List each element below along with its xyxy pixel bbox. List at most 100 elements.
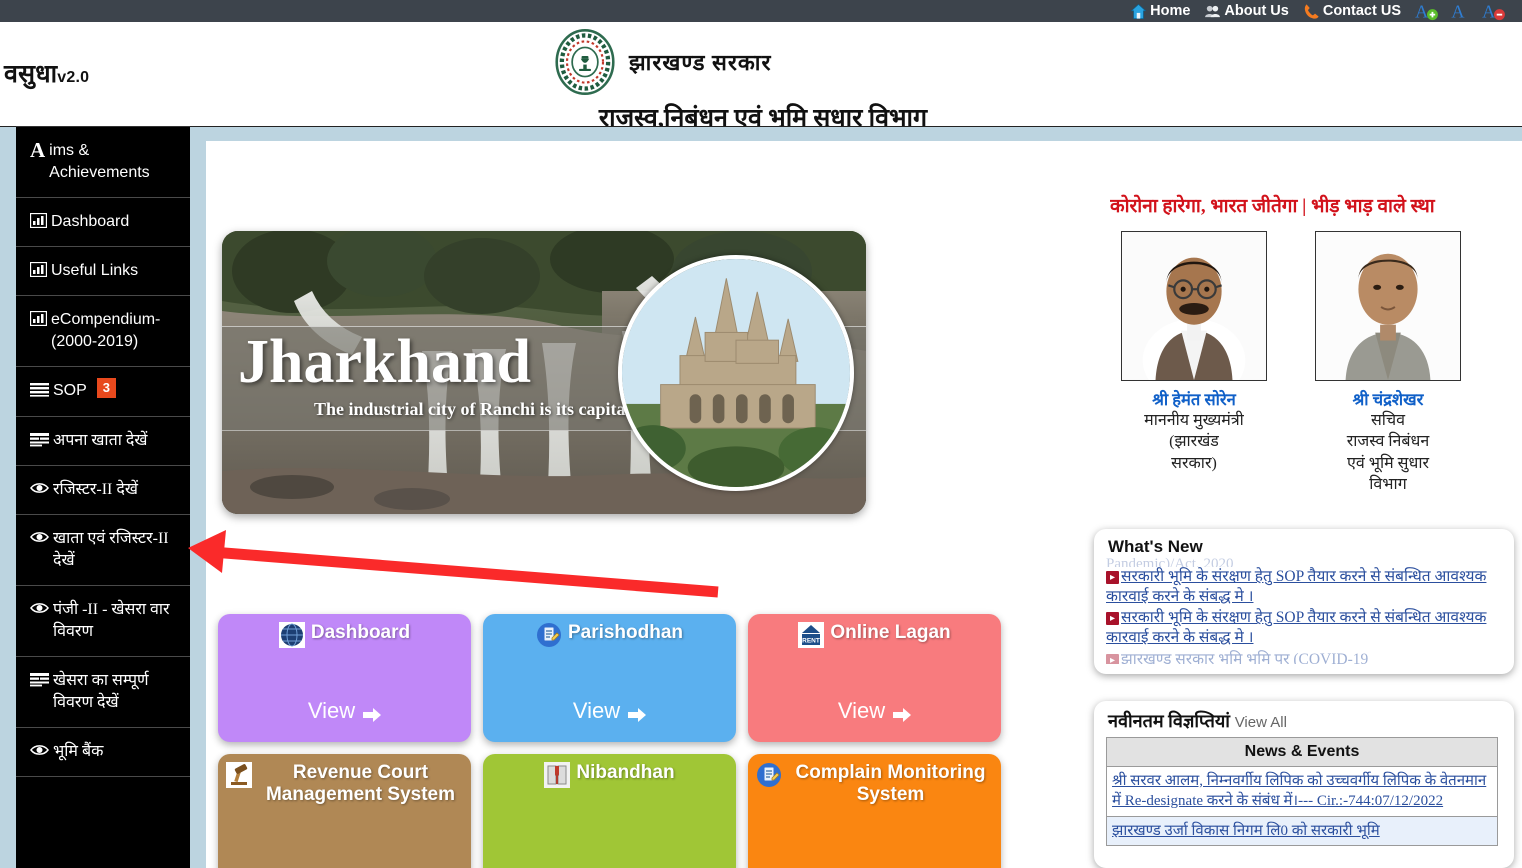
header-divider-band [0, 126, 1522, 141]
svg-text:A: A [1415, 1, 1428, 21]
chief-minister-photo [1121, 231, 1267, 381]
document-edit-icon [536, 622, 562, 648]
whats-new-item[interactable]: ▸ सरकारी भूमि के संरक्षण हेतु SOP तैयार क… [1106, 608, 1502, 648]
svg-text:A: A [1451, 1, 1464, 21]
nav-home[interactable]: Home [1130, 3, 1190, 20]
sidebar-item-useful-links[interactable]: Useful Links [16, 247, 190, 297]
news-item[interactable]: झारखण्ड उर्जा विकास निगम लि0 को सरकारी भ… [1106, 816, 1498, 846]
sidebar-item-label: पंजी -II - खेसरा वार विवरण [53, 600, 170, 640]
tile-online-lagan[interactable]: RENT Online Lagan View [748, 614, 1001, 742]
eye-icon [30, 481, 49, 495]
tile-nibandhan[interactable]: Nibandhan [483, 754, 736, 868]
service-tiles: Dashboard View Parishodhan View RENT Onl… [218, 614, 1008, 868]
nav-about-us-label: About Us [1224, 3, 1289, 19]
tile-title: Revenue Court Management System [265, 762, 455, 806]
svg-text:RENT: RENT [802, 638, 820, 645]
nav-about-us[interactable]: About Us [1204, 3, 1289, 20]
sidebar-item-label: eCompendium-(2000-2019) [51, 311, 161, 351]
banner-subtitle: The industrial city of Ranchi is its cap… [314, 399, 631, 419]
sidebar-item-label: Dashboard [51, 213, 130, 231]
whats-new-list[interactable]: Pandemic)/Act, 2020 ▸ सरकारी भूमि के संरक… [1094, 556, 1514, 664]
sidebar-item-aims-achievements[interactable]: A ims & Achievements [16, 127, 190, 199]
main-content-area: Jharkhand The industrial city of Ranchi … [206, 141, 1522, 868]
jharkhand-waterfall-banner[interactable]: Jharkhand The industrial city of Ranchi … [222, 231, 866, 514]
secretary-photo [1315, 231, 1461, 381]
whats-new-title: What's New [1108, 537, 1203, 556]
news-events-header: News & Events [1106, 737, 1498, 767]
sidebar-item-label: ims & [49, 142, 90, 159]
document-edit-icon [756, 762, 782, 788]
bar-chart-icon [30, 311, 47, 327]
tile-revenue-court[interactable]: Revenue Court Management System [218, 754, 471, 868]
whats-new-item[interactable]: ▸ सरकारी भूमि के संरक्षण हेतु SOP तैयार क… [1106, 567, 1502, 607]
sidebar-item-apna-khata[interactable]: अपना खाता देखें [16, 417, 190, 466]
sidebar-item-label: खाता एवं रजिस्टर-II देखें [53, 529, 169, 569]
view-all-link[interactable]: View All [1235, 714, 1287, 731]
tile-complain-monitoring[interactable]: Complain Monitoring System [748, 754, 1001, 868]
table-row[interactable]: झारखण्ड उर्जा विकास निगम लि0 को सरकारी भ… [1106, 816, 1498, 846]
sidebar-item-khata-aur-register-ii[interactable]: खाता एवं रजिस्टर-II देखें [16, 515, 190, 586]
sidebar-item-label: अपना खाता देखें [53, 431, 148, 449]
nav-contact-us-label: Contact US [1322, 3, 1401, 19]
brand-name: वसुधा [4, 61, 58, 88]
top-navigation-bar: Home About Us Contact US A A A [0, 0, 1522, 22]
tile-parishodhan[interactable]: Parishodhan View [483, 614, 736, 742]
official-name: श्री हेमंत सोरेन [1152, 390, 1236, 409]
government-title-block: झारखण्ड सरकार राजस्व,निबंधन एवं भूमि सुध… [555, 28, 985, 132]
nav-contact-us[interactable]: Contact US [1303, 3, 1401, 20]
sidebar-item-label-2: Achievements [49, 164, 150, 182]
sidebar-item-bhumi-bank[interactable]: भूमि बैंक [16, 728, 190, 778]
government-name: झारखण्ड सरकार [629, 50, 772, 75]
sidebar-item-register-ii[interactable]: रजिस्टर-II देखें [16, 466, 190, 515]
site-header: वसुधाv2.0 झारखण्ड सरकार राजस्व,निबंधन एव… [0, 22, 1522, 132]
tile-title: Dashboard [310, 622, 411, 643]
sidebar-item-label: खेसरा का सम्पूर्ण विवरण देखें [53, 672, 149, 712]
official-secretary: श्री चंद्रशेखर सचिव राजस्व निबंधन एवं भू… [1304, 231, 1472, 495]
sidebar-item-dashboard[interactable]: Dashboard [16, 198, 190, 248]
official-role: माननीय मुख्यमंत्री (झारखंड सरकार) [1144, 412, 1244, 472]
tile-dashboard[interactable]: Dashboard View [218, 614, 471, 742]
official-role: सचिव राजस्व निबंधन एवं भूमि सुधार विभाग [1346, 412, 1430, 493]
tile-view-label: View [307, 698, 356, 723]
tile-view-link[interactable]: View [483, 698, 736, 724]
news-events-table: News & Events श्री सरवर आलम, निम्नवर्गीय… [1106, 737, 1498, 846]
svg-text:A: A [1482, 1, 1495, 21]
open-book-icon [544, 762, 571, 788]
official-name: श्री चंद्रशेखर [1352, 390, 1424, 409]
sidebar-item-sop[interactable]: SOP 3 [16, 367, 190, 417]
left-sidebar-menu[interactable]: A ims & Achievements Dashboard Useful Li… [16, 126, 190, 868]
phone-icon [1303, 3, 1320, 20]
nav-home-label: Home [1150, 3, 1191, 19]
capital-a-icon: A [30, 138, 46, 162]
news-item[interactable]: श्री सरवर आलम, निम्नवर्गीय लिपिक को उच्च… [1106, 766, 1498, 817]
sidebar-sop-badge: 3 [96, 378, 117, 399]
tile-title: Parishodhan [567, 622, 684, 643]
sidebar-item-ecompendium[interactable]: eCompendium-(2000-2019) [16, 296, 190, 368]
tile-title: Complain Monitoring System [795, 762, 986, 806]
tile-title: Nibandhan [576, 762, 675, 783]
font-increase-icon[interactable]: A [1415, 1, 1439, 21]
bar-chart-icon [30, 213, 47, 229]
tile-view-link[interactable]: View [218, 698, 471, 724]
sidebar-item-panji-ii-khesra[interactable]: पंजी -II - खेसरा वार विवरण [16, 586, 190, 658]
sidebar-item-label: रजिस्टर-II देखें [53, 480, 138, 498]
site-brand[interactable]: वसुधाv2.0 [4, 56, 89, 90]
table-row[interactable]: श्री सरवर आलम, निम्नवर्गीय लिपिक को उच्च… [1106, 766, 1498, 817]
covid-marquee: कोरोना हारेगा, भारत जीतेगा | भीड़ भाड़ व… [1110, 196, 1435, 217]
home-icon [1130, 3, 1147, 20]
whats-new-partial-bottom[interactable]: ▸ झारखण्ड सरकार भूमि भूमि पर (COVID-19 [1106, 650, 1502, 664]
arrow-right-icon [363, 703, 382, 722]
eye-icon [30, 743, 49, 757]
arrow-right-icon [628, 703, 647, 722]
font-decrease-icon[interactable]: A [1482, 1, 1506, 21]
sidebar-item-label: भूमि बैंक [53, 743, 104, 761]
notices-title-label: नवीनतम विज्ञप्तियां [1108, 711, 1230, 731]
temple-circle-inset [618, 255, 854, 491]
arrow-right-icon [893, 703, 912, 722]
tile-view-link[interactable]: View [748, 698, 1001, 724]
gavel-icon [226, 762, 252, 788]
sidebar-item-khesra-sampurn-vivran[interactable]: खेसरा का सम्पूर्ण विवरण देखें [16, 657, 190, 729]
font-normal-icon[interactable]: A [1451, 1, 1470, 21]
tile-view-label: View [837, 698, 886, 723]
sidebar-item-label: Useful Links [51, 262, 139, 280]
